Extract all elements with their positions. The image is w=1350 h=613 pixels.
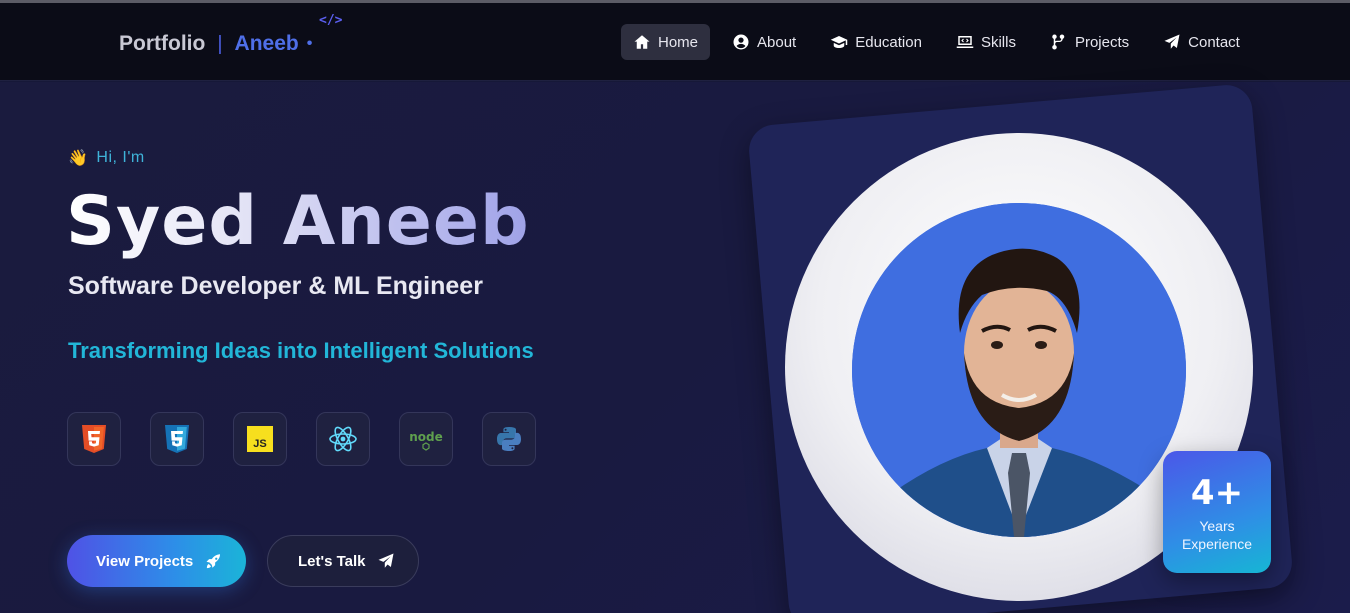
nav-link-education[interactable]: Education xyxy=(818,24,934,60)
experience-label-line1: Years xyxy=(1199,518,1235,534)
experience-value: 4+ xyxy=(1190,473,1244,513)
waving-hand-icon: 👋 xyxy=(68,150,89,167)
react-icon[interactable] xyxy=(316,412,370,466)
nav-link-label: Home xyxy=(658,33,699,51)
paper-plane-icon xyxy=(378,553,394,568)
home-icon xyxy=(634,35,650,49)
nav-links: Home About Education Skills Projects Con… xyxy=(621,24,1262,60)
experience-badge: 4+ Years Experience xyxy=(1163,451,1271,573)
brand-dot: • xyxy=(306,35,313,52)
lets-talk-button[interactable]: Let's Talk xyxy=(267,535,419,587)
view-projects-label: View Projects xyxy=(96,552,194,570)
lets-talk-label: Let's Talk xyxy=(298,552,366,570)
html5-icon[interactable] xyxy=(67,412,121,466)
hero-section: 👋 Hi, I'm Syed Aneeb Software Developer … xyxy=(0,82,1350,613)
nav-link-label: Projects xyxy=(1074,33,1130,51)
nav-link-about[interactable]: About xyxy=(720,24,808,60)
user-circle-icon xyxy=(733,34,749,50)
code-branch-icon xyxy=(1052,34,1065,50)
brand-logo[interactable]: Portfolio | Aneeb • </> xyxy=(119,13,342,59)
svg-text:node: node xyxy=(409,430,443,444)
graduation-cap-icon xyxy=(830,36,848,48)
nav-link-home[interactable]: Home xyxy=(621,24,711,60)
javascript-icon[interactable]: JS xyxy=(233,412,287,466)
nav-link-projects[interactable]: Projects xyxy=(1038,24,1141,60)
python-icon[interactable] xyxy=(482,412,536,466)
nav-link-label: Education xyxy=(855,33,922,51)
tech-stack-icons: JS node xyxy=(67,412,536,466)
paper-plane-icon xyxy=(1164,34,1180,49)
css3-icon[interactable] xyxy=(150,412,204,466)
hero-name: Syed Aneeb xyxy=(66,182,530,261)
nav-link-label: Skills xyxy=(980,33,1016,51)
nav-link-label: Contact xyxy=(1188,33,1240,51)
brand-name-text: Aneeb xyxy=(234,32,299,55)
code-icon: </> xyxy=(319,13,343,28)
nodejs-icon[interactable]: node xyxy=(399,412,453,466)
nav-link-contact[interactable]: Contact xyxy=(1151,24,1252,60)
laptop-code-icon xyxy=(956,36,974,48)
greeting: 👋 Hi, I'm xyxy=(68,148,145,168)
experience-label-line2: Experience xyxy=(1181,536,1253,552)
view-projects-button[interactable]: View Projects xyxy=(67,535,246,587)
hero-role: Software Developer & ML Engineer xyxy=(68,272,483,300)
experience-label: Years Experience xyxy=(1163,517,1271,553)
profile-photo xyxy=(852,203,1186,537)
hero-tagline: Transforming Ideas into Intelligent Solu… xyxy=(68,338,534,363)
svg-text:JS: JS xyxy=(253,438,266,450)
nav-link-label: About xyxy=(757,33,797,51)
navbar: Portfolio | Aneeb • </> Home About Educa… xyxy=(0,3,1350,81)
greeting-text: Hi, I'm xyxy=(96,149,145,166)
rocket-icon xyxy=(206,554,222,569)
nav-link-skills[interactable]: Skills xyxy=(944,24,1028,60)
person-portrait-icon xyxy=(852,203,1186,537)
brand-separator: | xyxy=(217,32,223,55)
brand-portfolio-text: Portfolio xyxy=(119,32,206,55)
